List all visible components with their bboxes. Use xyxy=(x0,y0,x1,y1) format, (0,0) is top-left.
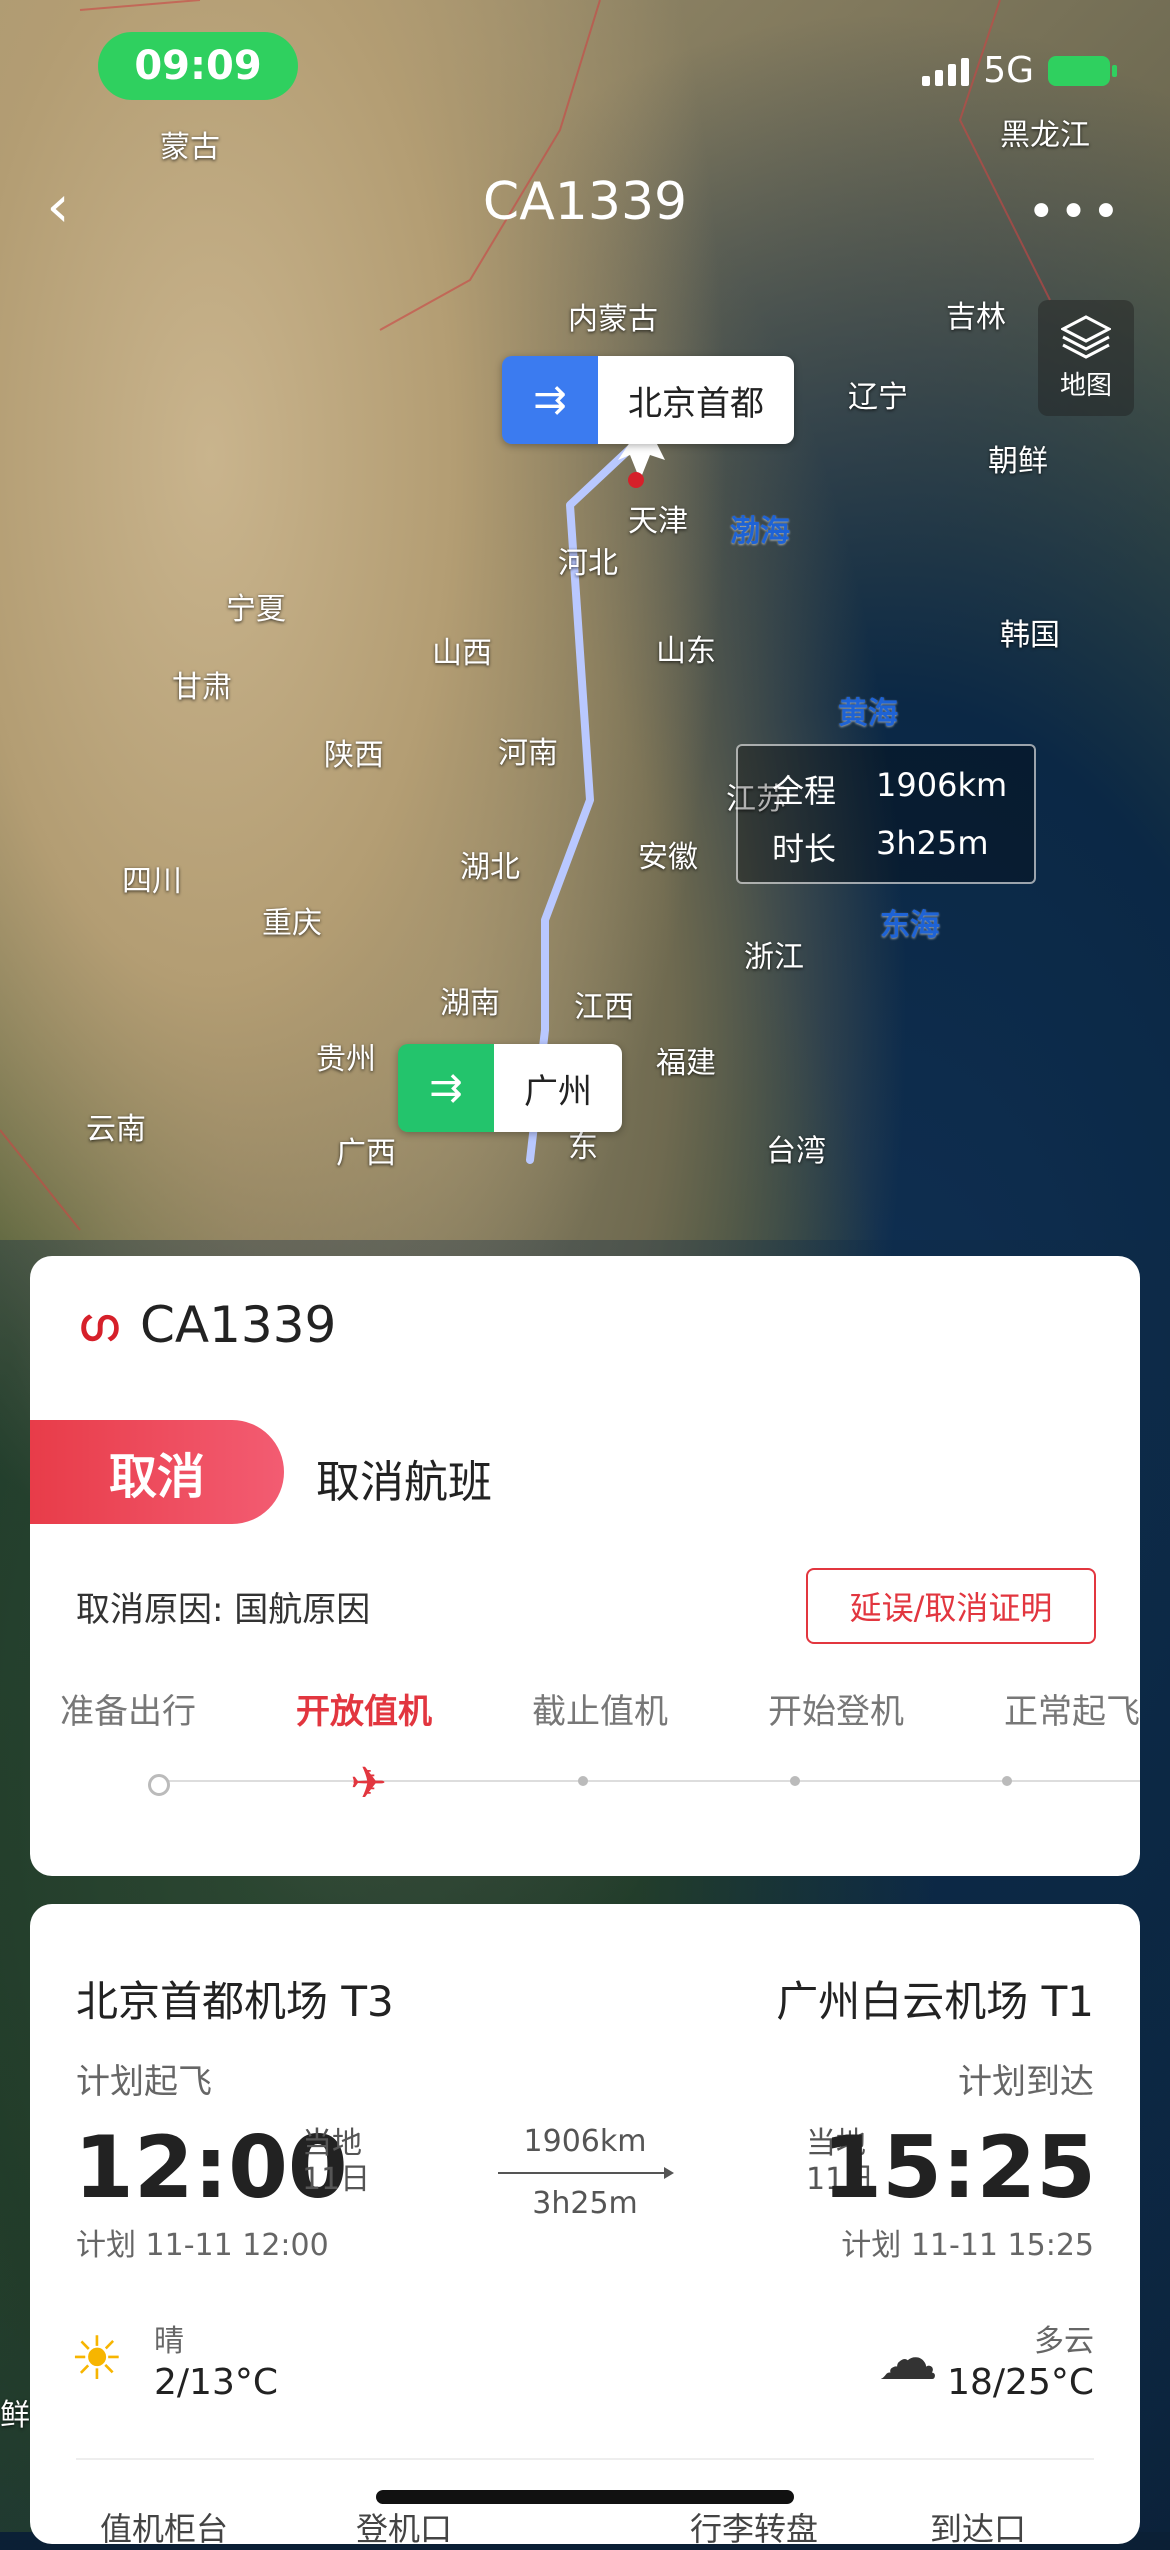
destination-airport-tag[interactable]: ⇉ 广州 xyxy=(398,1044,622,1132)
route-duration: 3h25m xyxy=(532,2186,638,2221)
origin-tag-label: 北京首都 xyxy=(598,356,794,444)
delay-proof-button[interactable]: 延误/取消证明 xyxy=(806,1568,1096,1644)
arrival-label: 计划到达 xyxy=(958,2062,1094,2102)
place-label: 朝鲜 xyxy=(988,444,1048,479)
status-text: 取消航班 xyxy=(316,1457,492,1508)
origin-airport-tag[interactable]: ⇉ 北京首都 xyxy=(502,356,794,444)
place-label: 四川 xyxy=(122,864,182,899)
place-label: 韩国 xyxy=(1000,618,1060,653)
step-label: 正常起飞 xyxy=(1004,1692,1140,1732)
place-label: 台湾 xyxy=(766,1134,826,1169)
status-time: 09:09 xyxy=(98,32,298,100)
route-detail-card[interactable]: 北京首都机场 T3 广州白云机场 T1 计划起飞 计划到达 12:00 当地 1… xyxy=(30,1904,1140,2548)
place-label: 湖南 xyxy=(440,986,500,1021)
landing-icon: ⇉ xyxy=(398,1044,494,1132)
sea-label: 东海 xyxy=(880,908,940,943)
step-label: 开始登机 xyxy=(768,1692,904,1732)
place-label: 甘肃 xyxy=(172,670,232,705)
plane-progress-icon: ✈ xyxy=(350,1758,387,1809)
takeoff-icon: ⇉ xyxy=(502,356,598,444)
cloudy-icon: ☁ xyxy=(878,2324,938,2394)
place-label: 贵州 xyxy=(316,1042,376,1077)
step-label-active: 开放值机 xyxy=(296,1692,432,1732)
arrival-weather: 多云 xyxy=(1034,2324,1094,2359)
duration-label: 时长 xyxy=(772,830,837,868)
place-label: 辽宁 xyxy=(848,380,908,415)
divider xyxy=(76,2458,1094,2460)
baggage-label[interactable]: 行李转盘 xyxy=(690,2504,818,2550)
map-layer-button[interactable]: 地图 xyxy=(1038,300,1134,416)
progress-steps: 准备出行 开放值机 截止值机 开始登机 正常起飞 xyxy=(60,1684,1140,1733)
home-indicator[interactable] xyxy=(376,2490,794,2504)
departure-detail: 计划 11-11 12:00 xyxy=(76,2228,329,2263)
sea-label: 黄海 xyxy=(838,696,898,731)
place-label: 云南 xyxy=(86,1112,146,1147)
day-label: 11日 xyxy=(302,2162,371,2197)
arrival-temp: 18/25°C xyxy=(947,2362,1094,2403)
place-label: 天津 xyxy=(628,504,688,539)
status-icons: 5G xyxy=(922,50,1117,91)
route-distance: 1906km xyxy=(523,2124,647,2159)
departure-temp: 2/13°C xyxy=(154,2362,278,2403)
page-title: CA1339 xyxy=(482,172,688,232)
departure-airport: 北京首都机场 T3 xyxy=(76,1977,394,2026)
progress-dot xyxy=(1002,1776,1012,1786)
beijing-marker xyxy=(628,472,644,488)
place-label: 广西 xyxy=(336,1136,396,1171)
place-label: 河南 xyxy=(498,736,558,771)
arrival-time: 15:25 xyxy=(822,2118,1096,2218)
place-label: 江西 xyxy=(574,990,634,1025)
network-label: 5G xyxy=(983,50,1034,91)
place-label: 陕西 xyxy=(324,738,384,773)
place-label: 河北 xyxy=(558,546,618,581)
place-label: 山东 xyxy=(656,634,716,669)
place-label: 重庆 xyxy=(262,906,322,941)
distance-info-box: 全程 1906km 时长 3h25m xyxy=(736,744,1036,884)
place-label: 蒙古 xyxy=(160,130,220,165)
progress-track xyxy=(160,1780,1140,1782)
sea-label: 渤海 xyxy=(730,514,790,549)
flight-status-card: ഗ CA1339 取消 取消航班 取消原因: 国航原因 延误/取消证明 准备出行… xyxy=(30,1256,1140,1876)
status-badge: 取消 xyxy=(30,1420,284,1524)
signal-icon xyxy=(922,56,970,86)
exit-label[interactable]: 到达口 xyxy=(930,2504,1026,2550)
departure-label: 计划起飞 xyxy=(76,2062,212,2102)
departure-local: 当地 11日 xyxy=(302,2126,370,2198)
place-label: 黑龙江 xyxy=(1000,118,1090,153)
place-label: 湖北 xyxy=(460,850,520,885)
flight-header: ഗ CA1339 xyxy=(78,1296,336,1354)
gate-label[interactable]: 登机口 xyxy=(356,2504,452,2550)
distance-value: 1906km xyxy=(876,766,1008,804)
place-label: 内蒙古 xyxy=(568,302,658,337)
destination-tag-label: 广州 xyxy=(494,1044,622,1132)
progress-dot xyxy=(578,1776,588,1786)
place-label: 安徽 xyxy=(638,840,698,875)
duration-value: 3h25m xyxy=(876,824,989,862)
route-arrow xyxy=(498,2167,674,2179)
arrival-detail: 计划 11-11 15:25 xyxy=(841,2228,1094,2263)
checkin-counter-label[interactable]: 值机柜台 xyxy=(100,2504,228,2550)
arrival-airport: 广州白云机场 T1 xyxy=(776,1977,1094,2026)
step-label: 截止值机 xyxy=(532,1692,668,1732)
layers-icon xyxy=(1061,314,1111,359)
air-china-logo-icon: ഗ xyxy=(77,1299,119,1351)
place-label: 鲜 xyxy=(0,2398,30,2433)
progress-start-dot xyxy=(148,1774,170,1796)
sunny-icon: ☀ xyxy=(70,2324,124,2394)
local-label: 当地 xyxy=(302,2126,362,2161)
place-label: 吉林 xyxy=(946,300,1006,335)
departure-weather: 晴 xyxy=(154,2324,184,2359)
place-label: 山西 xyxy=(432,636,492,671)
flight-number: CA1339 xyxy=(140,1296,337,1354)
progress-dot xyxy=(790,1776,800,1786)
map-layer-label: 地图 xyxy=(1059,370,1112,401)
more-button[interactable]: ••• xyxy=(1027,184,1124,240)
battery-icon xyxy=(1048,55,1117,86)
place-label: 浙江 xyxy=(744,940,804,975)
place-label: 福建 xyxy=(656,1046,716,1081)
step-label: 准备出行 xyxy=(60,1692,196,1732)
place-label: 宁夏 xyxy=(226,592,286,627)
cancel-reason: 取消原因: 国航原因 xyxy=(76,1590,371,1630)
distance-label: 全程 xyxy=(772,772,837,810)
